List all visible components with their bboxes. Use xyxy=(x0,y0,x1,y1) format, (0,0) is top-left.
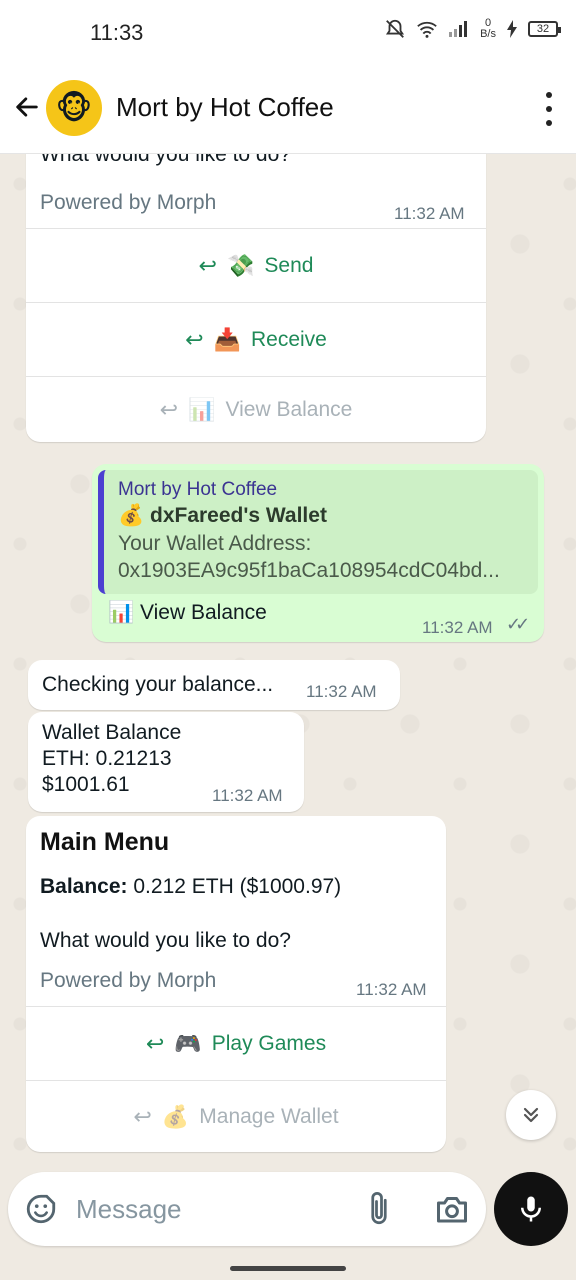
send-label: Send xyxy=(264,253,314,277)
money-wings-icon: 💸 xyxy=(226,252,255,278)
chevrons-down-icon xyxy=(523,1107,539,1123)
inbox-tray-icon: 📥 xyxy=(213,326,241,352)
money-bag-icon: 💰 xyxy=(118,504,145,527)
status-icons: 0 B/s 32 xyxy=(384,18,561,40)
avatar[interactable]: 🐵 xyxy=(46,80,102,136)
outgoing-text: 📊 View Balance xyxy=(108,600,267,626)
reply-icon: ↩ xyxy=(145,1030,165,1056)
chat-title[interactable]: Mort by Hot Coffee xyxy=(116,92,334,123)
main-menu-title: Main Menu xyxy=(40,828,170,856)
net-speed: 0 B/s xyxy=(480,18,496,40)
manage-wallet-button[interactable]: ↩ 💰 Manage Wallet xyxy=(26,1080,446,1152)
message-composer xyxy=(8,1172,486,1246)
message-time: 11:32 AM xyxy=(306,682,377,701)
mic-icon xyxy=(521,1196,541,1222)
reply-icon: ↩ xyxy=(198,252,217,278)
quote-line-1: Your Wallet Address: xyxy=(118,532,312,555)
message-input[interactable] xyxy=(76,1190,346,1228)
signal-icon xyxy=(449,21,468,37)
more-vert-icon xyxy=(546,92,552,98)
quote-title-text: dxFareed's Wallet xyxy=(150,504,327,527)
eth-balance: ETH: 0.21213 xyxy=(42,747,172,770)
wallet-balance-message: Wallet Balance ETH: 0.21213 $1001.61 11:… xyxy=(28,712,304,812)
attach-button[interactable] xyxy=(364,1190,394,1228)
status-time: 11:33 xyxy=(90,20,144,45)
wifi-icon xyxy=(417,21,437,38)
footer-text: Powered by Morph xyxy=(40,191,217,214)
back-button[interactable] xyxy=(10,90,44,124)
message-time: 11:32 AM xyxy=(422,618,493,637)
emoji-button[interactable] xyxy=(24,1192,58,1226)
more-options-button[interactable] xyxy=(544,92,554,126)
footer-text: Powered by Morph xyxy=(40,969,217,992)
wallet-balance-title: Wallet Balance xyxy=(42,721,182,744)
quote-line-2: 0x1903EA9c95f1baCa108954cdC04bd... xyxy=(118,559,500,582)
receive-button[interactable]: ↩ 📥 Receive xyxy=(26,302,486,376)
bar-chart-icon: 📊 xyxy=(188,396,216,422)
manage-wallet-label: Manage Wallet xyxy=(199,1104,339,1128)
view-balance-label: View Balance xyxy=(225,397,353,421)
game-controller-icon: 🎮 xyxy=(174,1030,202,1056)
status-bar: 11:33 0 B/s 32 xyxy=(0,0,576,66)
main-menu-message: Main Menu Balance: 0.212 ETH ($1000.97) … xyxy=(26,816,446,1152)
paperclip-icon xyxy=(371,1192,387,1225)
bar-chart-icon: 📊 xyxy=(108,601,135,624)
message-time: 11:32 AM xyxy=(356,980,427,999)
chat-area[interactable]: What would you like to do? Powered by Mo… xyxy=(0,154,576,1170)
avatar-emoji: 🐵 xyxy=(55,90,93,126)
balance-value: 0.212 ETH ($1000.97) xyxy=(127,875,342,898)
voice-record-button[interactable] xyxy=(494,1172,568,1246)
chat-header: 🐵 Mort by Hot Coffee xyxy=(0,66,576,154)
quoted-message[interactable]: Mort by Hot Coffee 💰 dxFareed's Wallet Y… xyxy=(98,470,538,594)
receive-label: Receive xyxy=(250,327,327,351)
home-gesture-handle[interactable] xyxy=(230,1266,346,1271)
emoji-icon xyxy=(26,1194,56,1224)
play-games-button[interactable]: ↩ 🎮 Play Games xyxy=(26,1006,446,1080)
usd-balance: $1001.61 xyxy=(42,773,130,796)
quote-author: Mort by Hot Coffee xyxy=(118,479,278,500)
bell-off-icon xyxy=(386,19,405,38)
battery-level: 32 xyxy=(536,23,550,35)
send-button[interactable]: ↩ 💸 Send xyxy=(26,228,486,302)
battery-icon: 32 xyxy=(528,21,561,37)
outgoing-message: Mort by Hot Coffee 💰 dxFareed's Wallet Y… xyxy=(92,464,544,642)
camera-icon xyxy=(437,1197,467,1223)
play-games-label: Play Games xyxy=(211,1031,327,1055)
reply-icon: ↩ xyxy=(133,1103,152,1129)
quote-title: 💰 dxFareed's Wallet xyxy=(118,502,524,530)
message-time: 11:32 AM xyxy=(212,786,283,805)
outgoing-label: View Balance xyxy=(140,601,267,624)
question-text: What would you like to do? xyxy=(40,929,291,952)
net-speed-unit: B/s xyxy=(480,28,496,40)
view-balance-button[interactable]: ↩ 📊 View Balance xyxy=(26,376,486,442)
scroll-to-bottom-button[interactable] xyxy=(506,1090,556,1140)
money-bag-icon: 💰 xyxy=(161,1103,190,1129)
reply-icon: ↩ xyxy=(159,396,179,422)
checking-text: Checking your balance... xyxy=(42,673,274,696)
checking-message: Checking your balance... 11:32 AM xyxy=(28,660,400,710)
menu-message-1: What would you like to do? Powered by Mo… xyxy=(26,154,486,442)
charging-icon xyxy=(507,20,517,38)
camera-button[interactable] xyxy=(434,1192,470,1226)
reply-icon: ↩ xyxy=(185,326,204,352)
arrow-left-icon xyxy=(16,97,38,117)
read-ticks-icon: ✓✓ xyxy=(506,614,530,634)
balance-label: Balance: xyxy=(40,875,128,898)
message-time: 11:32 AM xyxy=(394,204,465,223)
system-nav-bar xyxy=(0,1252,576,1280)
balance-line: Balance: 0.212 ETH ($1000.97) xyxy=(40,874,341,900)
question-text: What would you like to do? xyxy=(40,154,291,166)
